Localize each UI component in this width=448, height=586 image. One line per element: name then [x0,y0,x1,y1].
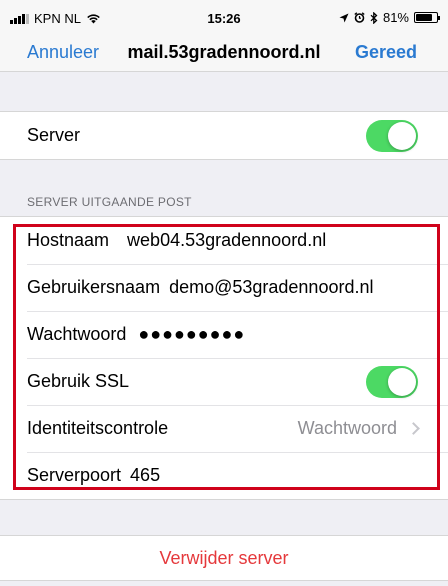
auth-value-group: Wachtwoord [297,418,420,439]
server-label: Server [27,125,81,145]
username-field[interactable]: demo@53gradennoord.nl [169,277,373,298]
password-row[interactable]: Wachtwoord ●●●●●●●●● [0,311,448,358]
server-row: Server [0,112,448,159]
section-header: SERVER UITGAANDE POST [27,195,192,209]
username-row[interactable]: Gebruikersnaam demo@53gradennoord.nl [0,264,448,311]
port-row[interactable]: Serverpoort 465 [0,452,448,499]
ssl-label: Gebruik SSL [27,371,130,391]
status-bar: KPN NL 15:26 81% [0,0,448,34]
server-toggle[interactable] [366,119,418,152]
chevron-right-icon [407,422,420,435]
server-group: Server [0,111,448,160]
alarm-icon [354,12,365,23]
password-field[interactable]: ●●●●●●●●● [138,324,245,345]
toggle-knob [388,121,416,150]
auth-row[interactable]: Identiteitscontrole Wachtwoord [0,405,448,452]
hostname-field[interactable]: web04.53gradennoord.nl [127,230,326,251]
username-label: Gebruikersnaam [27,277,161,297]
ssl-row: Gebruik SSL [0,358,448,405]
battery-percent: 81% [382,10,409,25]
hostname-row[interactable]: Hostnaam web04.53gradennoord.nl [0,217,448,264]
auth-value: Wachtwoord [297,418,397,438]
password-label: Wachtwoord [27,324,127,344]
port-field[interactable]: 465 [130,465,160,486]
port-label: Serverpoort [27,465,122,485]
toggle-knob [388,367,416,396]
hostname-label: Hostnaam [27,230,110,250]
navigation-bar: Annuleer mail.53gradennoord.nl Gereed [0,34,448,72]
status-right: 81% [339,10,440,25]
auth-label: Identiteitscontrole [27,418,169,438]
outgoing-server-group: Hostnaam web04.53gradennoord.nl Gebruike… [0,216,448,500]
done-button[interactable]: Gereed [355,42,417,63]
ssl-toggle[interactable] [366,365,418,398]
bluetooth-icon [370,11,378,24]
delete-server-button[interactable]: Verwijder server [0,535,448,581]
location-icon [339,13,349,22]
battery-icon [414,12,440,23]
